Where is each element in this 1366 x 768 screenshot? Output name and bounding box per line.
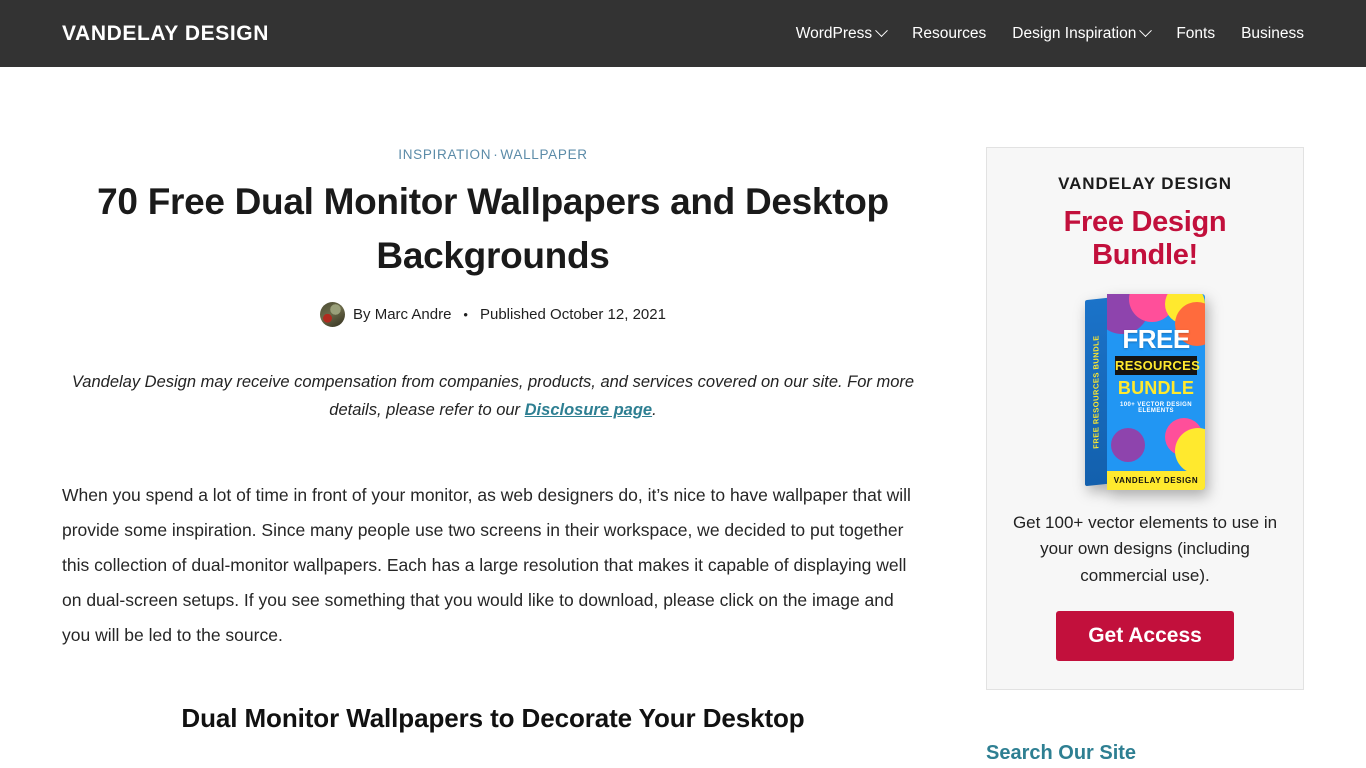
decorative-blob xyxy=(1111,428,1145,462)
category-link-inspiration[interactable]: INSPIRATION xyxy=(398,147,491,162)
search-widget-title: Search Our Site xyxy=(986,742,1137,765)
search-widget: Search Our Site xyxy=(986,742,1304,768)
article-content: INSPIRATION · WALLPAPER 70 Free Dual Monit… xyxy=(62,67,924,768)
chevron-down-icon xyxy=(1139,24,1153,38)
nav-item-resources[interactable]: Resources xyxy=(912,25,986,43)
page-body: INSPIRATION · WALLPAPER 70 Free Dual Monit… xyxy=(0,67,1366,768)
product-spine-text: FREE RESOURCES BUNDLE xyxy=(1091,334,1101,450)
site-header: VANDELAY DESIGN WordPress Resources Desi… xyxy=(0,0,1366,67)
nav-item-wordpress[interactable]: WordPress xyxy=(795,24,889,43)
product-title-bundle: BUNDLE xyxy=(1117,378,1195,398)
disclosure-text-after: . xyxy=(652,401,657,419)
product-spine: FREE RESOURCES BUNDLE xyxy=(1085,297,1107,487)
product-footer-brand: VANDELAY DESIGN xyxy=(1107,471,1205,490)
post-categories: INSPIRATION · WALLPAPER xyxy=(62,147,924,162)
nav-item-label: Design Inspiration xyxy=(1012,24,1137,42)
sidebar: VANDELAY DESIGN Free Design Bundle! FREE… xyxy=(986,67,1304,768)
category-link-wallpaper[interactable]: WALLPAPER xyxy=(500,147,587,162)
avatar xyxy=(320,302,346,328)
page-title: 70 Free Dual Monitor Wallpapers and Desk… xyxy=(97,181,889,276)
nav-item-label: Fonts xyxy=(1176,24,1216,42)
disclosure-notice: Vandelay Design may receive compensation… xyxy=(62,369,924,424)
post-byline: By Marc Andre • Published October 12, 20… xyxy=(62,302,924,328)
get-access-button[interactable]: Get Access xyxy=(1056,611,1234,662)
nav-item-label: Business xyxy=(1241,24,1304,42)
chevron-down-icon xyxy=(875,24,889,38)
published-date: Published October 12, 2021 xyxy=(479,306,666,324)
intro-paragraph: When you spend a lot of time in front of… xyxy=(62,484,911,645)
disclosure-page-link[interactable]: Disclosure page xyxy=(525,401,652,419)
site-logo[interactable]: VANDELAY DESIGN xyxy=(62,22,269,46)
nav-item-business[interactable]: Business xyxy=(1241,25,1304,43)
author-name[interactable]: By Marc Andre xyxy=(353,306,451,323)
section-heading: Dual Monitor Wallpapers to Decorate Your… xyxy=(181,702,805,733)
main-navigation: WordPress Resources Design Inspiration F… xyxy=(795,24,1304,43)
product-subtitle: 100+ VECTOR DESIGN ELEMENTS xyxy=(1120,402,1192,414)
promo-ad-box: VANDELAY DESIGN Free Design Bundle! FREE… xyxy=(986,147,1304,691)
nav-item-label: WordPress xyxy=(795,24,873,42)
byline-separator: • xyxy=(463,307,468,323)
promo-headline: Free Design Bundle! xyxy=(1063,206,1227,271)
sub-heading: Los Angeles Skyline xyxy=(62,764,924,768)
product-box-image: FREE RESOURCES BUNDLE FREE RESOURCES BUN… xyxy=(1085,294,1205,490)
product-title-resources: RESOURCES xyxy=(1115,356,1201,375)
promo-description: Get 100+ vector elements to use in your … xyxy=(1012,513,1278,585)
product-front: FREE RESOURCES BUNDLE 100+ VECTOR DESIGN… xyxy=(1107,294,1205,490)
promo-brand: VANDELAY DESIGN xyxy=(1058,174,1232,193)
nav-item-label: Resources xyxy=(912,24,987,42)
disclosure-text-before: Vandelay Design may receive compensation… xyxy=(71,373,915,419)
product-title-free: FREE xyxy=(1122,324,1190,354)
nav-item-fonts[interactable]: Fonts xyxy=(1176,25,1215,43)
nav-item-design-inspiration[interactable]: Design Inspiration xyxy=(1012,24,1153,43)
